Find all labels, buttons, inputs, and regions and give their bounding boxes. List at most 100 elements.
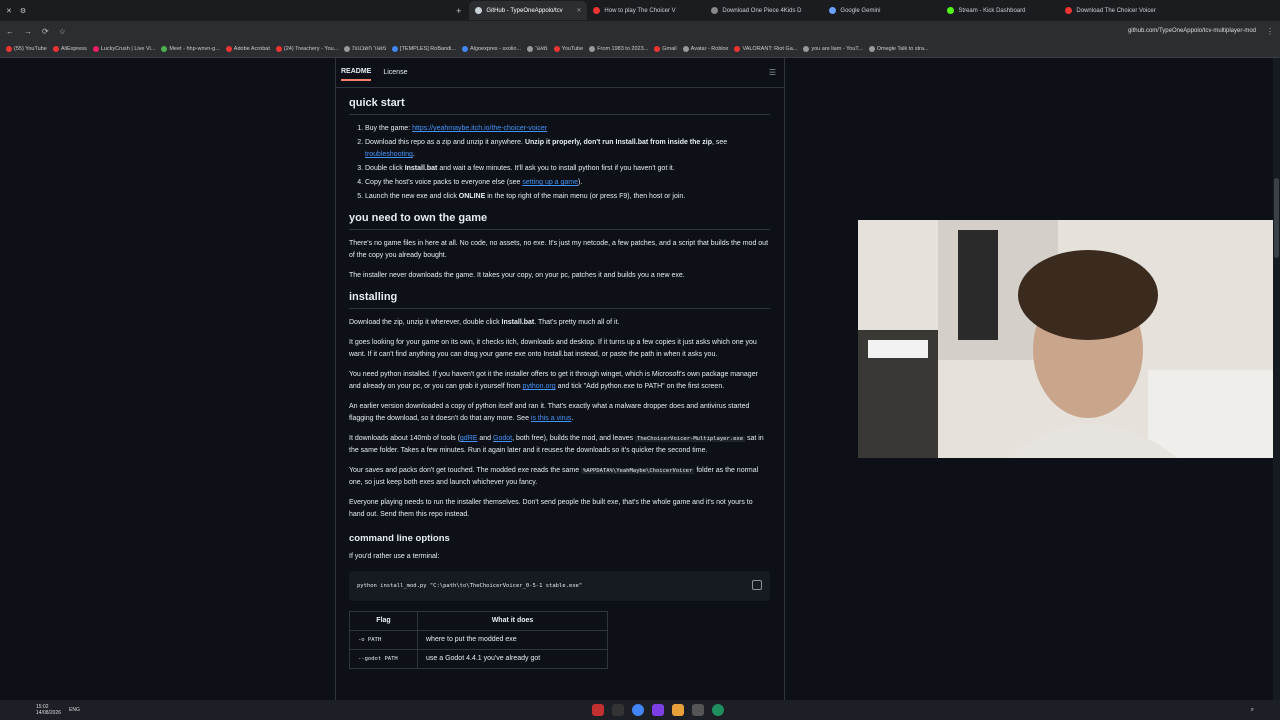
bookmark-item[interactable]: Adobe Acrobat (225, 46, 270, 52)
list-item: Copy the host's voice packs to everyone … (365, 177, 770, 189)
bookmark-item[interactable]: AliExpress (52, 46, 87, 52)
command-line-heading: command line options (349, 533, 450, 544)
bookmark-favicon-icon (52, 46, 59, 52)
bookmark-item[interactable]: Omegle Talk to stra... (868, 46, 929, 52)
item-text: , see (711, 139, 728, 146)
app-icon[interactable] (592, 704, 604, 716)
bookmark-favicon-icon (161, 46, 168, 52)
bookmark-label: you are liam - YouT... (811, 46, 863, 52)
tab-gemini[interactable]: Google Gemini (823, 1, 941, 20)
new-tab-icon[interactable]: + (456, 6, 461, 16)
list-item: Double click Install.bat and wait a few … (365, 163, 770, 175)
copy-icon[interactable] (752, 580, 762, 590)
tab-kick[interactable]: Stream - Kick Dashboard (941, 1, 1059, 20)
edge-icon[interactable] (712, 704, 724, 716)
extensions-icon[interactable]: ⚙ (20, 7, 26, 15)
text: and tick "Add python.exe to PATH" on the… (555, 383, 725, 390)
setting-up-link[interactable]: setting up a game (522, 179, 578, 186)
item-text: in the top right of the main menu (or pr… (485, 193, 686, 200)
kick-favicon-icon (947, 7, 955, 14)
item-text: Download this repo as a zip and unzip it… (365, 139, 525, 146)
tab-choicer-download[interactable]: Download The Choicer Voicer (1059, 1, 1177, 20)
webcam-overlay (858, 220, 1280, 458)
tray-clock[interactable]: 15:02 14/08/2026 (36, 704, 61, 716)
language-indicator[interactable]: ENG (69, 707, 80, 713)
bookmark-item[interactable]: From 1983 to 2023... (589, 46, 648, 52)
itch-link[interactable]: https://yeahmaybe.itch.io/the-choicer-vo… (412, 125, 547, 132)
outline-menu-icon[interactable]: ☰ (769, 68, 776, 77)
bookmark-label: Adobe Acrobat (233, 46, 270, 52)
bookmark-label: (24) Treachery - You... (283, 46, 339, 52)
item-text: Double click (365, 165, 405, 172)
bookmark-favicon-icon (589, 46, 596, 52)
bookmark-item[interactable]: Meet - hhp-wnvn-g... (161, 46, 220, 52)
quick-start-list: Buy the game: https://yeahmaybe.itch.io/… (349, 123, 770, 203)
terminal-icon[interactable] (612, 704, 624, 716)
clock-date: 14/08/2026 (36, 710, 62, 716)
file-explorer-icon[interactable] (672, 704, 684, 716)
tab-label: Google Gemini (840, 7, 881, 14)
text: Download the zip, unzip it wherever, dou… (349, 319, 502, 326)
virus-link[interactable]: is this a virus (531, 415, 571, 422)
bookmark-icon[interactable]: ☆ (59, 27, 66, 36)
bookmark-item[interactable]: LuckyCrush | Live Vi... (92, 46, 156, 52)
bookmark-item[interactable]: Avatar - Roblox (682, 46, 728, 52)
window-menu-icon[interactable]: ✕ (6, 7, 12, 15)
installing-heading: installing (349, 290, 770, 309)
text: and (477, 435, 493, 442)
bookmark-item[interactable]: YouTube (553, 46, 583, 52)
tab-license[interactable]: License (383, 65, 407, 80)
bookmark-item[interactable]: מאגר (527, 46, 548, 52)
bookmark-item[interactable]: (24) Treachery - You... (275, 46, 339, 52)
close-tab-icon[interactable]: ✕ (576, 7, 581, 14)
gdre-link[interactable]: gdRE (460, 435, 478, 442)
tab-readme[interactable]: README (341, 64, 372, 81)
paragraph: Your saves and packs don't get touched. … (349, 465, 770, 489)
troubleshooting-link[interactable]: troubleshooting (365, 151, 413, 158)
bookmark-label: LuckyCrush | Live Vi... (100, 46, 156, 52)
flags-table: Flag What it does -o PATH where to put t… (349, 611, 608, 669)
app-icon[interactable] (652, 704, 664, 716)
bookmark-item[interactable]: VALORANT: Riot Ga... (734, 46, 797, 52)
item-bold: Unzip it properly, don't run Install.bat… (524, 139, 712, 146)
godot-link[interactable]: Godot (493, 435, 512, 442)
quick-start-heading: quick start (349, 96, 770, 115)
app-icon[interactable] (692, 704, 704, 716)
python-link[interactable]: python.org (523, 383, 556, 390)
bookmark-item[interactable]: Gmail (654, 46, 677, 52)
list-item: Buy the game: https://yeahmaybe.itch.io/… (365, 123, 770, 135)
bookmark-favicon-icon (275, 46, 282, 52)
bookmark-item[interactable]: מאגר חשבונות (344, 46, 386, 52)
readme-tabs: README License ☰ (336, 58, 784, 88)
tab-one-piece[interactable]: Download One Piece 4Kids D (705, 1, 823, 20)
github-favicon-icon (475, 7, 483, 14)
reload-icon[interactable]: ⟳ (42, 27, 49, 36)
paragraph: It goes looking for your game on its own… (349, 339, 757, 358)
address-bar[interactable]: github.com/TypeOneAppolo/tcv-multiplayer… (1128, 28, 1256, 34)
menu-icon[interactable]: ⋮ (1266, 27, 1274, 36)
chrome-icon[interactable] (632, 704, 644, 716)
bookmark-item[interactable]: (55) YouTube (6, 46, 47, 52)
item-text: Buy the game: (365, 125, 413, 132)
tab-label: Download One Piece 4Kids D (722, 7, 802, 14)
youtube-favicon-icon (593, 7, 601, 14)
item-bold: ONLINE (458, 193, 486, 200)
code-block: python install_mod.py "C:\path\to\TheCho… (349, 571, 770, 601)
bookmark-favicon-icon (682, 46, 689, 52)
bookmark-label: Algoexpres - sxolio... (470, 46, 522, 52)
forward-icon[interactable]: → (24, 27, 32, 36)
bookmark-item[interactable]: Algoexpres - sxolio... (462, 46, 521, 52)
browser-toolbar: ← → ⟳ ☆ github.com/TypeOneAppolo/tcv-mul… (0, 21, 1280, 41)
tab-how-to-play[interactable]: How to play The Choicer V (587, 1, 705, 20)
scrollbar-thumb[interactable] (1274, 178, 1279, 258)
search-icon[interactable]: ⌕ (1251, 707, 1254, 714)
item-bold: Install.bat (404, 165, 438, 172)
page-scrollbar[interactable] (1273, 58, 1280, 700)
back-icon[interactable]: ← (6, 27, 14, 36)
bookmark-favicon-icon (553, 46, 560, 52)
bookmark-item[interactable]: you are liam - YouT... (803, 46, 863, 52)
tab-label: GitHub - TypeOneAppolo/tcv (486, 7, 563, 14)
tab-github[interactable]: GitHub - TypeOneAppolo/tcv ✕ (469, 1, 588, 20)
bookmark-favicon-icon (527, 46, 534, 52)
bookmark-item[interactable]: [TEMPLES] RoBandi... (392, 46, 456, 52)
